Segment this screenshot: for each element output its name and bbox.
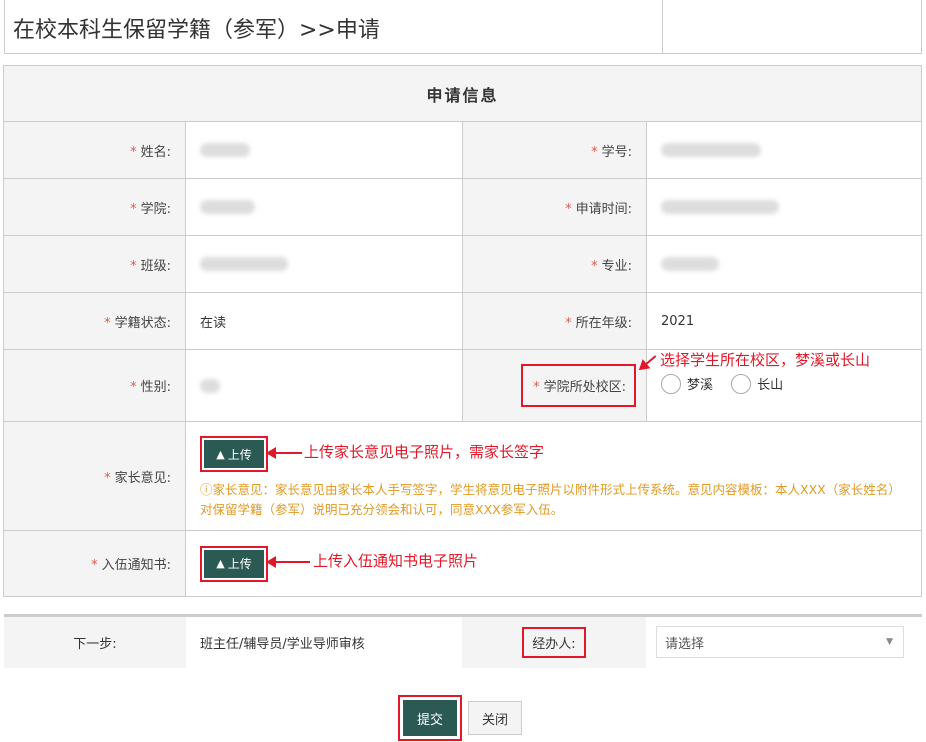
info-icon: ⓘ — [200, 482, 213, 497]
status-value: 在读 — [185, 292, 463, 350]
parent-opinion-cell: ▲ 上传 ⓘ家长意见：家长意见由家长本人手写签字，学生将意见电子照片以附件形式上传… — [185, 421, 922, 531]
student-id-label: * 学号: — [462, 121, 647, 179]
campus-label-highlight: * 学院所处校区: — [521, 364, 636, 407]
handler-select-cell: 请选择 ▼ — [646, 616, 922, 668]
notice-annotation: 上传入伍通知书电子照片 — [313, 552, 479, 570]
status-label: * 学籍状态: — [3, 292, 186, 350]
next-step-label: 下一步: — [4, 615, 186, 668]
next-step-value: 班主任/辅导员/学业导师审核 — [200, 636, 365, 652]
chevron-down-icon: ▼ — [886, 637, 893, 648]
next-step-table: 下一步: 班主任/辅导员/学业导师审核 经办人: 请选择 ▼ — [4, 614, 922, 668]
parent-upload-highlight: ▲ 上传 — [200, 436, 268, 472]
name-value — [185, 121, 463, 179]
major-label: * 专业: — [462, 235, 647, 293]
action-bar: 提交 关闭 — [398, 695, 522, 741]
campus-option-mengxi[interactable]: 梦溪 — [661, 373, 713, 394]
student-id-value — [646, 121, 922, 179]
submit-highlight: 提交 — [398, 695, 462, 741]
class-label: * 班级: — [3, 235, 186, 293]
parent-annotation: 上传家长意见电子照片，需家长签字 — [304, 443, 545, 461]
upload-icon: ▲ — [216, 557, 225, 570]
grade-value: 2021 — [646, 292, 922, 350]
apply-time-label: * 申请时间: — [462, 178, 647, 236]
submit-button[interactable]: 提交 — [403, 700, 457, 736]
parent-hint: ⓘ家长意见：家长意见由家长本人手写签字，学生将意见电子照片以附件形式上传系统。意… — [200, 482, 895, 517]
major-value — [646, 235, 922, 293]
name-label: * 姓名: — [3, 121, 186, 179]
radio-icon[interactable] — [731, 373, 752, 394]
apply-time-value — [646, 178, 922, 236]
page-title: 在校本科生保留学籍（参军）>>申请 — [5, 0, 663, 53]
notice-arrow — [266, 556, 310, 568]
handler-select[interactable]: 请选择 ▼ — [656, 626, 904, 659]
notice-cell: ▲ 上传 — [185, 530, 922, 597]
notice-upload-button[interactable]: ▲ 上传 — [204, 549, 264, 578]
handler-label-cell: 经办人: — [462, 615, 646, 668]
title-bar: 在校本科生保留学籍（参军）>>申请 — [4, 0, 922, 54]
college-value — [185, 178, 463, 236]
handler-label-highlight: 经办人: — [522, 626, 586, 658]
section-title: 申请信息 — [3, 65, 922, 122]
gender-label: * 性别: — [3, 349, 186, 422]
notice-upload-highlight: ▲ 上传 — [200, 545, 268, 582]
campus-option-changshan[interactable]: 长山 — [731, 373, 783, 394]
close-button[interactable]: 关闭 — [468, 701, 522, 735]
application-form: 申请信息 * 姓名: * 学号: * 学院: * 申请时间: * 班级: * 专业: * 学籍… — [3, 65, 922, 597]
campus-label: * 学院所处校区: — [462, 349, 647, 422]
class-value — [185, 235, 463, 293]
grade-label: * 所在年级: — [462, 292, 647, 350]
campus-annotation: 选择学生所在校区，梦溪或长山 — [660, 351, 871, 369]
parent-upload-button[interactable]: ▲ 上传 — [204, 440, 264, 468]
notice-label: * 入伍通知书: — [3, 530, 186, 597]
upload-icon: ▲ — [216, 447, 225, 461]
gender-value — [185, 349, 463, 422]
parent-arrow — [266, 447, 302, 459]
college-label: * 学院: — [3, 178, 186, 236]
parent-opinion-label: * 家长意见: — [3, 421, 186, 531]
radio-icon[interactable] — [661, 373, 681, 394]
